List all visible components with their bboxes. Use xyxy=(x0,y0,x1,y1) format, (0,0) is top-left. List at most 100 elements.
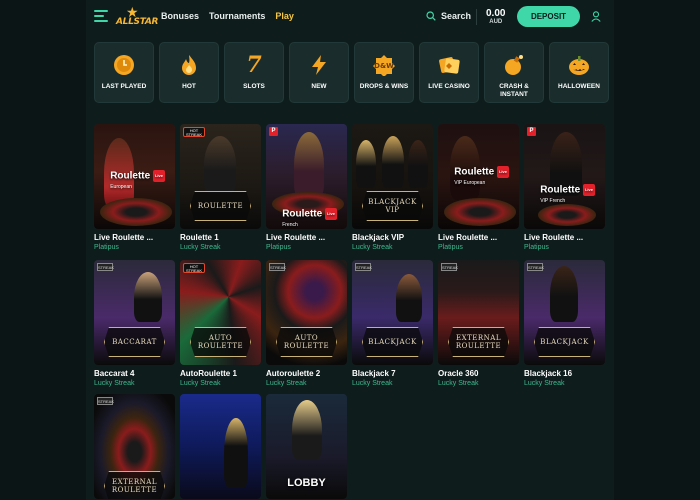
dealer-image xyxy=(550,266,578,322)
game-tile[interactable]: STREAK AUTO ROULETTE Autoroulette 2 Luck… xyxy=(266,260,347,387)
header-divider xyxy=(476,9,477,25)
streak-badge: STREAK xyxy=(269,263,287,271)
game-tile[interactable]: STREAK EXTERNAL ROULETTE xyxy=(94,394,175,499)
streak-badge: STREAK xyxy=(97,263,115,271)
dealer-image xyxy=(294,132,324,198)
category-last-played[interactable]: LAST PLAYED xyxy=(94,42,154,103)
nav-bonuses[interactable]: Bonuses xyxy=(161,11,199,21)
game-thumbnail[interactable]: Roulette Live European xyxy=(94,124,175,229)
game-name: AutoRoulette 1 xyxy=(180,369,237,378)
game-name: Oracle 360 xyxy=(438,369,479,378)
game-logo: EXTERNAL ROULETTE xyxy=(104,471,165,499)
game-thumbnail[interactable]: LOBBY xyxy=(266,394,347,499)
game-tile[interactable]: STREAK BACCARAT Baccarat 4 Lucky Streak xyxy=(94,260,175,387)
game-provider: Platipus xyxy=(266,244,291,251)
game-thumbnail[interactable]: P Roulette Live VIP French xyxy=(524,124,605,229)
category-drops-wins[interactable]: D&W DROPS & WINS xyxy=(354,42,414,103)
game-thumbnail[interactable]: STREAK BACCARAT xyxy=(94,260,175,365)
game-thumbnail[interactable]: Roulette Live VIP European xyxy=(438,124,519,229)
game-tile[interactable]: STREAK BLACKJACK Blackjack 16 Lucky Stre… xyxy=(524,260,605,387)
main-nav: Bonuses Tournaments Play xyxy=(161,11,294,21)
game-provider: Lucky Streak xyxy=(94,380,135,387)
user-icon[interactable] xyxy=(591,11,601,22)
allstar-logo[interactable]: ★ ALLSTAR xyxy=(116,5,158,29)
game-provider: Lucky Streak xyxy=(180,380,221,387)
lightning-icon xyxy=(307,53,331,77)
dealer-image xyxy=(292,400,322,460)
page: ★ ALLSTAR Bonuses Tournaments Play Searc… xyxy=(0,0,700,500)
game-tile[interactable]: LOBBY xyxy=(266,394,347,499)
search-icon xyxy=(426,11,436,21)
roulette-wheel-image xyxy=(444,198,516,226)
category-crash-instant[interactable]: CRASH & INSTANT xyxy=(484,42,544,103)
game-provider: Platipus xyxy=(438,244,463,251)
roulette-wheel-image xyxy=(538,204,596,226)
game-thumbnail[interactable]: STREAK AUTO ROULETTE xyxy=(266,260,347,365)
game-thumbnail[interactable]: STREAK EXTERNAL ROULETTE xyxy=(438,260,519,365)
hot-badge: HOT STREAK xyxy=(183,263,205,273)
streak-badge: STREAK xyxy=(441,263,459,271)
game-tile[interactable] xyxy=(180,394,261,499)
game-provider: Lucky Streak xyxy=(438,380,479,387)
category-slots[interactable]: 7 SLOTS xyxy=(224,42,284,103)
game-logo: BLACKJACK xyxy=(534,327,595,357)
game-tile[interactable]: BLACKJACK VIP Blackjack VIP Lucky Streak xyxy=(352,124,433,251)
game-thumbnail[interactable]: BLACKJACK VIP xyxy=(352,124,433,229)
game-provider: Lucky Streak xyxy=(266,380,307,387)
category-hot[interactable]: HOT xyxy=(159,42,219,103)
game-name: Live Roulette ... xyxy=(94,233,154,242)
game-thumbnail[interactable]: STREAK BLACKJACK xyxy=(524,260,605,365)
game-thumbnail[interactable]: HOT STREAK AUTO ROULETTE xyxy=(180,260,261,365)
streak-badge: STREAK xyxy=(527,263,545,271)
game-name: Autoroulette 2 xyxy=(266,369,321,378)
deposit-button[interactable]: DEPOSIT xyxy=(517,6,580,27)
nav-play[interactable]: Play xyxy=(275,11,294,21)
nav-tournaments[interactable]: Tournaments xyxy=(209,11,265,21)
bomb-icon xyxy=(502,53,526,77)
game-logo: ROULETTE xyxy=(190,191,251,221)
right-margin xyxy=(614,0,700,500)
search-button[interactable]: Search xyxy=(426,11,471,21)
game-tile[interactable]: STREAK EXTERNAL ROULETTE Oracle 360 Luck… xyxy=(438,260,519,387)
game-provider: Lucky Streak xyxy=(180,244,221,251)
game-thumbnail[interactable]: STREAK EXTERNAL ROULETTE xyxy=(94,394,175,499)
category-bar: LAST PLAYED HOT 7 SLOTS NEW D&W DROPS & … xyxy=(94,42,609,103)
clock-coin-icon xyxy=(112,53,136,77)
category-new[interactable]: NEW xyxy=(289,42,349,103)
balance[interactable]: 0.00 AUD xyxy=(486,8,505,25)
search-label: Search xyxy=(441,11,472,21)
game-tile[interactable]: Roulette Live VIP European Live Roulette … xyxy=(438,124,519,251)
game-provider: Platipus xyxy=(94,244,119,251)
game-provider: Platipus xyxy=(524,244,549,251)
menu-icon[interactable] xyxy=(94,10,108,22)
lobby-label: LOBBY xyxy=(287,477,326,489)
dealer-image xyxy=(204,136,236,194)
game-tile[interactable]: STREAK BLACKJACK Blackjack 7 Lucky Strea… xyxy=(352,260,433,387)
game-logo: EXTERNAL ROULETTE xyxy=(448,327,509,357)
balance-currency: AUD xyxy=(489,19,503,25)
game-tile[interactable]: P Roulette Live French Live Roulette ... … xyxy=(266,124,347,251)
category-halloween[interactable]: HALLOWEEN xyxy=(549,42,609,103)
game-thumbnail[interactable] xyxy=(180,394,261,499)
svg-text:D&W: D&W xyxy=(374,62,394,70)
game-tile[interactable]: HOT STREAK ROULETTE Roulette 1 Lucky Stre… xyxy=(180,124,261,251)
game-provider: Lucky Streak xyxy=(352,380,393,387)
dealer-image xyxy=(408,140,428,188)
game-tile[interactable]: Roulette Live European Live Roulette ... … xyxy=(94,124,175,251)
game-thumbnail[interactable]: STREAK BLACKJACK xyxy=(352,260,433,365)
dealer-image xyxy=(396,274,422,322)
hot-badge: HOT STREAK xyxy=(183,127,205,137)
game-name: Blackjack 16 xyxy=(524,369,573,378)
game-thumbnail[interactable]: P Roulette Live French xyxy=(266,124,347,229)
game-tile[interactable]: P Roulette Live VIP French Live Roulette … xyxy=(524,124,605,251)
balance-amount: 0.00 xyxy=(486,8,506,19)
category-live-casino[interactable]: LIVE CASINO xyxy=(419,42,479,103)
dealer-image xyxy=(134,272,162,322)
game-name: Live Roulette ... xyxy=(438,233,498,242)
game-tile[interactable]: HOT STREAK AUTO ROULETTE AutoRoulette 1 L… xyxy=(180,260,261,387)
game-name: Blackjack VIP xyxy=(352,233,405,242)
dealer-image xyxy=(356,140,376,188)
game-name: Baccarat 4 xyxy=(94,369,135,378)
provider-badge: P xyxy=(269,127,278,136)
game-thumbnail[interactable]: HOT STREAK ROULETTE xyxy=(180,124,261,229)
